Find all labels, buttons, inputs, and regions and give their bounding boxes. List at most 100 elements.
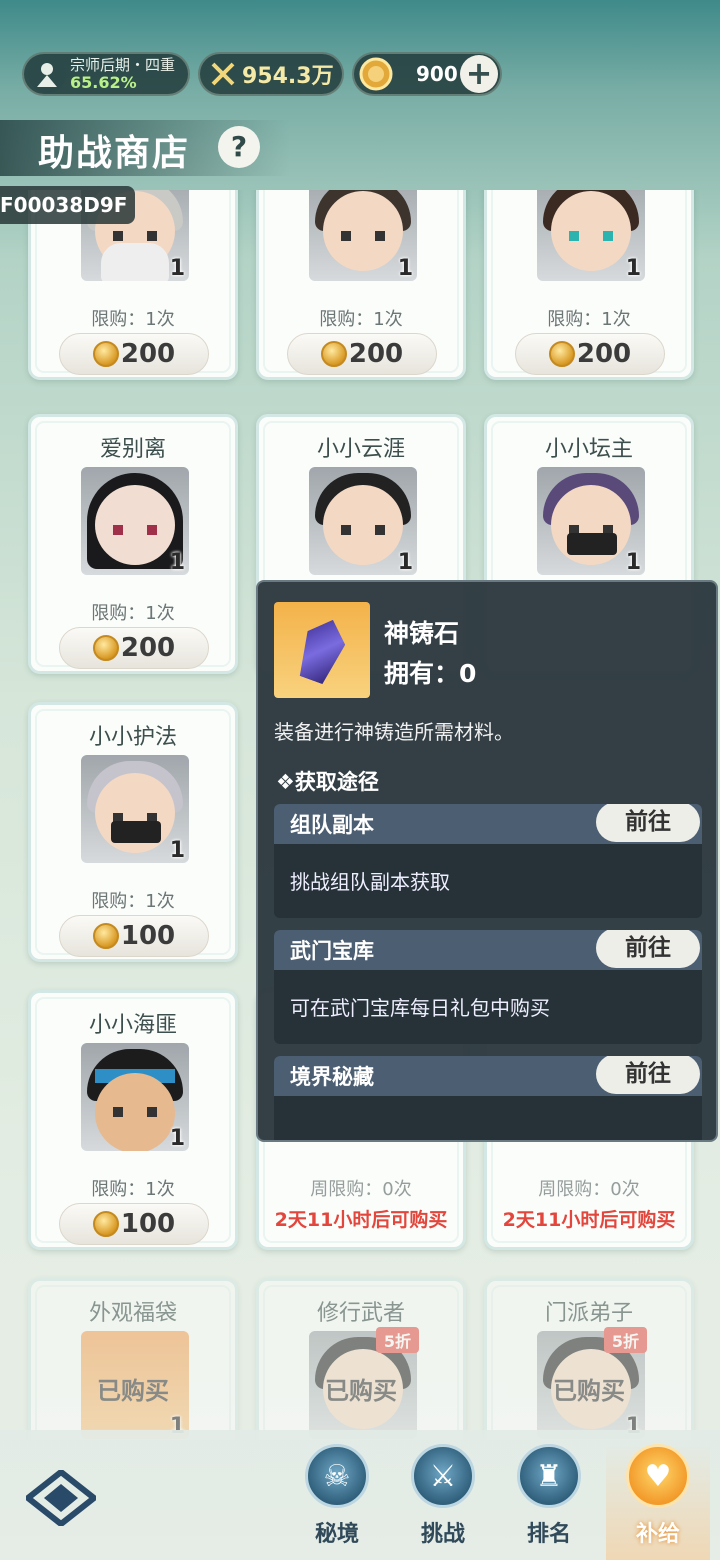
help-button[interactable]: ?	[218, 126, 260, 168]
nav-ranking[interactable]: ♜ 排名	[504, 1444, 594, 1560]
source-description	[274, 1096, 702, 1140]
item-quantity: 1	[169, 838, 185, 863]
tooltip-description: 装备进行神铸造所需材料。	[274, 720, 514, 744]
nav-secret-realm[interactable]: ☠ 秘境	[292, 1444, 382, 1560]
source-description: 可在武门宝库每日礼包中购买	[290, 996, 550, 1020]
tooltip-item-name: 神铸石	[384, 619, 460, 648]
character-portrait: 1	[81, 1043, 189, 1151]
cooldown-text: 2天11小时后可购买	[502, 1209, 676, 1231]
source-entry: 境界秘藏 前往	[274, 1056, 702, 1140]
purchase-limit: 周限购：0次	[538, 1179, 640, 1200]
nav-challenge[interactable]: ⚔ 挑战	[398, 1444, 488, 1560]
source-entry: 武门宝库 前往 可在武门宝库每日礼包中购买	[274, 930, 702, 1044]
bottom-nav: ☠ 秘境 ⚔ 挑战 ♜ 排名 ♥ 补给	[0, 1430, 720, 1560]
sources-heading: ❖获取途径	[276, 770, 379, 794]
buy-button[interactable]: 100	[59, 915, 209, 957]
character-portrait: 1	[309, 467, 417, 575]
game-logo-icon[interactable]	[23, 1468, 99, 1528]
shop-item[interactable]: 小小海匪 1 限购：1次 100	[28, 990, 238, 1250]
purchase-limit: 周限购：0次	[310, 1179, 412, 1200]
wolf-mask-icon: ☠	[305, 1444, 369, 1508]
shop-item[interactable]: 外观福袋 1 已购买	[28, 1278, 238, 1440]
item-quantity: 1	[169, 550, 185, 575]
discount-badge: 5折	[375, 1327, 419, 1353]
purchase-limit: 限购：1次	[91, 1179, 175, 1200]
combat-power: 954.3万	[198, 52, 344, 96]
source-title: 武门宝库	[290, 939, 374, 963]
item-quantity: 1	[169, 256, 185, 281]
source-title: 境界秘藏	[290, 1065, 374, 1089]
character-portrait: 1	[309, 190, 417, 281]
rank-title: 宗师后期・四重	[70, 56, 176, 74]
sold-out-label: 已购买	[97, 1377, 169, 1405]
item-quantity: 1	[625, 550, 641, 575]
add-coins-button[interactable]: +	[460, 55, 498, 93]
item-name: 小小护法	[88, 725, 177, 750]
page-title: 助战商店	[38, 133, 191, 174]
nav-supply[interactable]: ♥ 补给	[606, 1444, 710, 1560]
item-quantity: 1	[397, 550, 413, 575]
coin-icon	[92, 635, 119, 661]
go-button[interactable]: 前往	[596, 930, 700, 968]
shop-item[interactable]: 小小护法 1 限购：1次 100	[28, 702, 238, 962]
item-name: 小小海匪	[88, 1013, 177, 1038]
castle-icon: ♜	[517, 1444, 581, 1508]
character-portrait: 1	[537, 190, 645, 281]
buy-button[interactable]: 200	[515, 333, 665, 375]
purchase-limit: 限购：1次	[91, 309, 175, 330]
buy-button[interactable]: 200	[59, 627, 209, 669]
character-portrait: 1	[81, 755, 189, 863]
supply-heart-icon: ♥	[626, 1444, 690, 1508]
crystal-icon	[274, 602, 370, 698]
discount-badge: 5折	[603, 1327, 647, 1353]
coin-icon	[92, 1211, 119, 1237]
item-quantity: 1	[625, 256, 641, 281]
rank-badge[interactable]: 宗师后期・四重 65.62%	[22, 52, 190, 96]
shop-item[interactable]: 爱别离 1 限购：1次 200	[28, 414, 238, 674]
cooldown-text: 2天11小时后可购买	[274, 1209, 448, 1231]
coin-icon	[320, 341, 347, 367]
purchase-limit: 限购：1次	[91, 603, 175, 624]
go-button[interactable]: 前往	[596, 804, 700, 842]
item-name: 外观福袋	[88, 1301, 177, 1326]
tooltip-owned-count: 拥有：0	[384, 659, 477, 688]
coin-icon	[92, 341, 119, 367]
rank-emblem-icon	[28, 55, 66, 93]
source-title: 组队副本	[290, 813, 374, 837]
buy-button[interactable]: 100	[59, 1203, 209, 1245]
coin-icon	[548, 341, 575, 367]
shop-item[interactable]: 1 限购：1次 200	[256, 190, 466, 380]
item-name: 修行武者	[316, 1301, 405, 1326]
buy-button[interactable]: 200	[59, 333, 209, 375]
coin-value: 900	[416, 62, 458, 86]
coin-icon	[92, 923, 119, 949]
buy-button[interactable]: 200	[287, 333, 437, 375]
go-button[interactable]: 前往	[596, 1056, 700, 1094]
item-quantity: 1	[397, 256, 413, 281]
crossed-swords-icon	[211, 62, 235, 86]
item-name: 爱别离	[99, 437, 166, 462]
source-description: 挑战组队副本获取	[290, 870, 450, 894]
power-value: 954.3万	[242, 64, 334, 89]
character-portrait: 1	[81, 467, 189, 575]
shop-item[interactable]: 1 限购：1次 200	[484, 190, 694, 380]
character-portrait: 1	[537, 467, 645, 575]
debug-id-label: F00038D9F	[0, 186, 136, 224]
purchase-limit: 限购：1次	[91, 891, 175, 912]
item-name: 门派弟子	[544, 1301, 633, 1326]
item-tooltip[interactable]: 神铸石 拥有：0 装备进行神铸造所需材料。 ❖获取途径 组队副本 前往 挑战组队…	[256, 580, 718, 1142]
item-name: 小小云涯	[316, 437, 405, 462]
status-bar: 宗师后期・四重 65.62% 954.3万 900 +	[22, 52, 502, 100]
sold-out-label: 已购买	[553, 1377, 625, 1405]
sword-icon: ⚔	[411, 1444, 475, 1508]
shop-item[interactable]: 门派弟子 1 5折 已购买	[484, 1278, 694, 1440]
shop-item[interactable]: 修行武者 5折 已购买	[256, 1278, 466, 1440]
sold-out-label: 已购买	[325, 1377, 397, 1405]
purchase-limit: 限购：1次	[319, 309, 403, 330]
purchase-limit: 限购：1次	[547, 309, 631, 330]
item-quantity: 1	[169, 1126, 185, 1151]
source-entry: 组队副本 前往 挑战组队副本获取	[274, 804, 702, 918]
rank-progress: 65.62%	[70, 73, 137, 92]
coin-balance: 900 +	[352, 52, 502, 96]
coin-icon	[359, 57, 393, 91]
